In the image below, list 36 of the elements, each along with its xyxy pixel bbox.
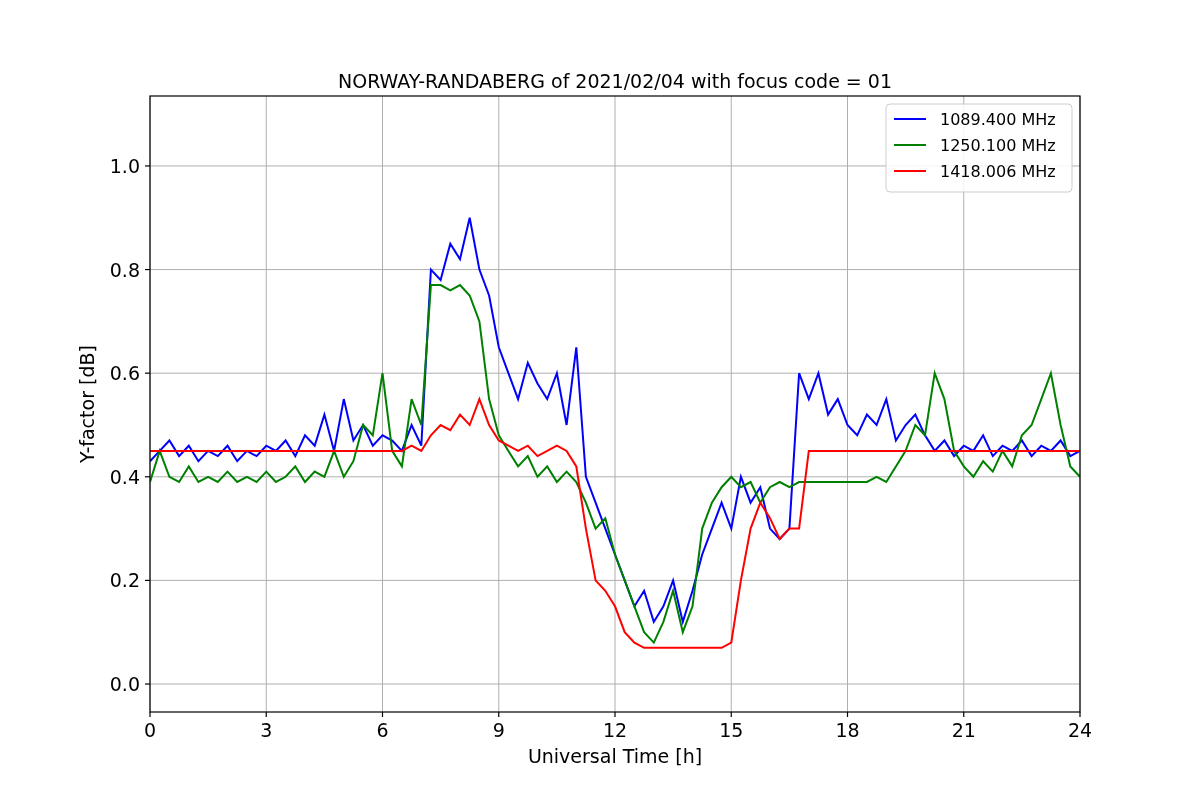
y-tick-label: 1.0	[109, 154, 140, 177]
tick-mark	[730, 711, 732, 718]
x-tick-label: 12	[602, 719, 628, 741]
tick-mark	[265, 711, 267, 718]
tick-mark	[144, 268, 151, 271]
legend-label: 1418.006 MHz	[940, 162, 1056, 181]
x-tick-label: 24	[1067, 719, 1093, 741]
x-tick-label: 3	[260, 719, 273, 741]
y-tick-label: 0.0	[109, 673, 140, 695]
x-axis-label: Universal Time [h]	[527, 745, 703, 767]
tick-mark	[498, 711, 500, 718]
legend-label: 1250.100 MHz	[940, 136, 1056, 155]
tick-mark	[144, 476, 151, 478]
y-axis-label: Y-factor [dB]	[76, 345, 98, 463]
y-tick-label: 0.6	[109, 362, 140, 385]
tick-mark	[614, 711, 616, 718]
x-tick-label: 18	[835, 719, 860, 741]
tick-mark	[381, 711, 384, 718]
x-tick-label: 0	[143, 719, 157, 741]
tick-mark	[149, 711, 151, 718]
y-tick-label: 0.4	[109, 465, 140, 488]
tick-mark	[963, 711, 965, 718]
tick-mark	[144, 165, 151, 167]
y-tick-label: 0.2	[109, 569, 140, 592]
tick-mark	[846, 711, 849, 718]
x-tick-label: 6	[376, 719, 389, 741]
tick-mark	[144, 372, 151, 374]
legend-label: 1089.400 MHz	[940, 110, 1056, 129]
tick-mark	[144, 579, 151, 581]
x-tick-label: 9	[492, 719, 505, 741]
x-tick-label: 15	[719, 719, 744, 741]
chart-title: NORWAY-RANDABERG of 2021/02/04 with focus code = 01	[338, 70, 892, 92]
x-tick-label: 21	[951, 719, 976, 741]
tick-mark	[1079, 711, 1081, 718]
y-tick-label: 0.8	[109, 258, 140, 281]
tick-mark	[144, 683, 151, 685]
